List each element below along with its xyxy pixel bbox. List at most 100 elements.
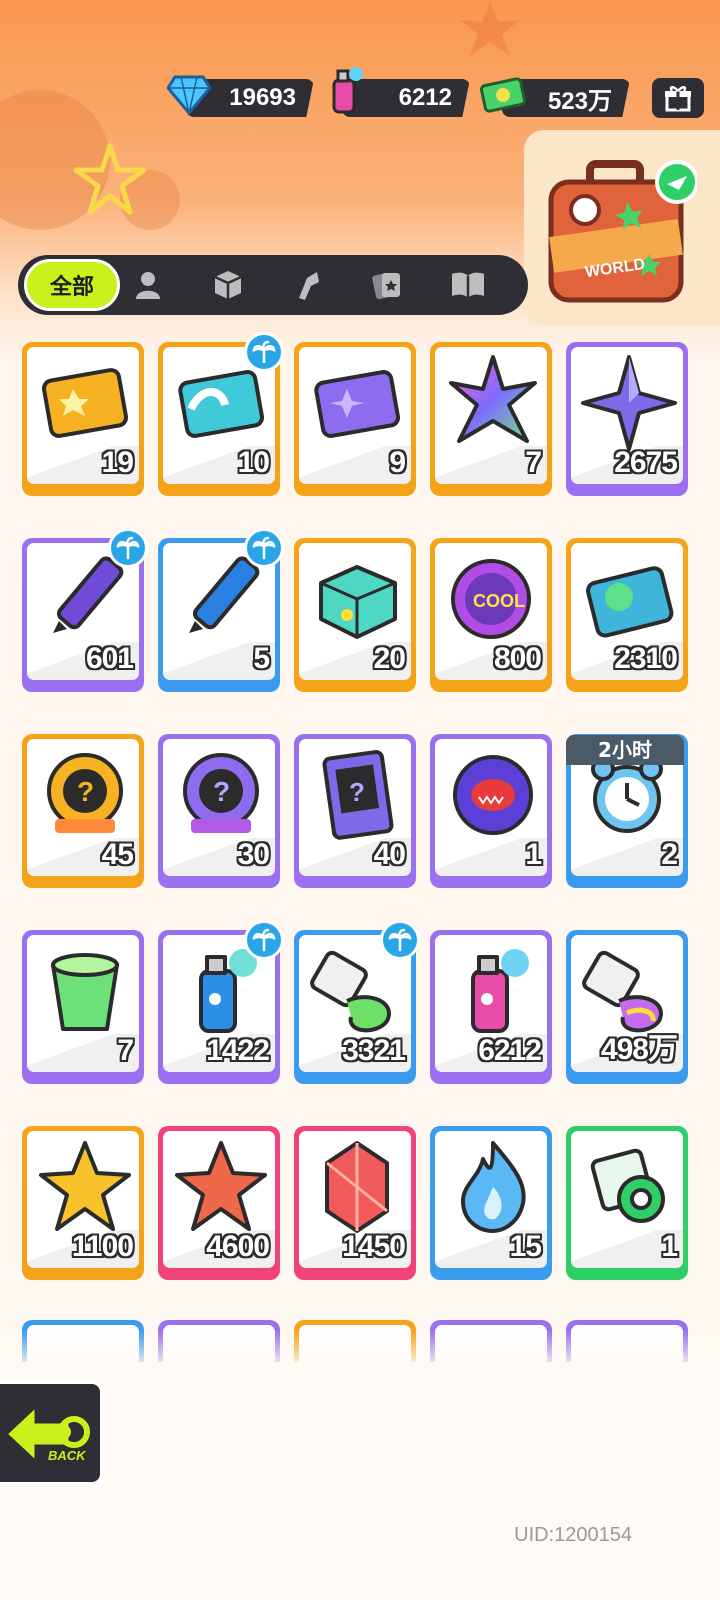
item-card-red-crystal[interactable]: 4600 (158, 1126, 280, 1280)
palm-tree-icon (108, 528, 148, 568)
bg-star-doodle (73, 143, 147, 215)
back-label: BACK (48, 1448, 86, 1463)
back-arrow-icon (3, 1402, 90, 1466)
tool-icon[interactable] (290, 267, 326, 303)
item-card-inner: 1 (435, 739, 547, 876)
item-card-inner: 2675 (571, 347, 683, 484)
purple-star-icon (581, 355, 677, 451)
item-card-rainbow-paint-tube[interactable]: 498万 (566, 930, 688, 1084)
item-card-rainbow-star[interactable]: 7 (430, 342, 552, 496)
gold-mystery-badge-icon: ? (47, 753, 123, 833)
gift-button[interactable] (652, 78, 704, 118)
item-quantity: 9 (389, 446, 406, 479)
item-quantity: 7 (525, 446, 542, 479)
item-card-pink-spray-can[interactable]: 6212 (430, 930, 552, 1084)
item-quantity: 1422 (206, 1034, 270, 1067)
back-button[interactable]: BACK (0, 1380, 104, 1486)
item-card-gold-ticket[interactable]: 19 (22, 342, 144, 496)
palm-tree-icon (244, 920, 284, 960)
travel-mystery-card-icon: ? (322, 749, 394, 840)
item-quantity: 800 (493, 642, 542, 675)
item-quantity: 30 (237, 838, 270, 871)
item-card-inner: 1100 (27, 1131, 139, 1268)
purple-star-ticket-icon (314, 370, 401, 438)
item-quantity: 2310 (614, 642, 678, 675)
item-card-purple-star[interactable]: 2675 (566, 342, 688, 496)
item-quantity: 2675 (614, 446, 678, 479)
green-tape-icon (590, 1148, 665, 1223)
item-card-inner: 20 (299, 543, 411, 680)
item-quantity: 15 (509, 1230, 542, 1263)
red-crystal-icon (175, 1141, 267, 1231)
svg-text:?: ? (77, 776, 94, 807)
red-gem-icon (325, 1141, 389, 1233)
item-card-color-brick[interactable]: 20 (294, 538, 416, 692)
item-card-inner: 7 (27, 935, 139, 1072)
pink-spray-can-icon (471, 949, 529, 1033)
timer-badge: 2小时 (566, 735, 684, 765)
piranha-badge-icon (453, 755, 533, 835)
item-card-inner: 1450 (299, 1131, 411, 1268)
bottom-area (0, 1362, 720, 1600)
item-card-inner: ? 40 (299, 739, 411, 876)
item-quantity: 45 (101, 838, 134, 871)
rainbow-star-icon (449, 355, 537, 443)
world-suitcase-button[interactable]: WORLD (545, 160, 699, 308)
item-card-inner: 19 (27, 347, 139, 484)
item-card-travel-mystery-card[interactable]: ? 40 (294, 734, 416, 888)
item-quantity: 3321 (342, 1034, 406, 1067)
money-icon (480, 72, 526, 118)
svg-text:?: ? (349, 777, 365, 807)
item-quantity: 1100 (71, 1230, 134, 1263)
item-quantity: 40 (373, 838, 406, 871)
blue-flame-icon (461, 1141, 526, 1233)
gold-ticket-icon (41, 368, 129, 438)
spray-can-icon (322, 67, 368, 114)
color-brick-icon (319, 565, 397, 639)
item-card-inner: 4600 (163, 1131, 275, 1268)
gems-value: 19693 (229, 84, 296, 111)
item-card-inner: ? 45 (27, 739, 139, 876)
item-card-inner: 1 (571, 1131, 683, 1268)
palm-tree-icon (380, 920, 420, 960)
item-card-purple-star-ticket[interactable]: 9 (294, 342, 416, 496)
item-quantity: 7 (117, 1034, 134, 1067)
jelly-cup-icon (51, 953, 119, 1031)
season-ticket-icon (586, 566, 674, 638)
paint-value: 6212 (398, 84, 452, 111)
item-card-blue-flame[interactable]: 15 (430, 1126, 552, 1280)
item-quantity: 2 (661, 838, 678, 871)
item-card-inner: 15 (435, 1131, 547, 1268)
palm-tree-icon (244, 332, 284, 372)
box-icon[interactable] (210, 267, 246, 303)
cash-value: 523万 (547, 87, 612, 115)
item-card-inner: 498万 (571, 935, 683, 1072)
item-card-inner: 9 (299, 347, 411, 484)
item-quantity: 20 (373, 642, 406, 675)
item-card-purple-mystery-badge[interactable]: ? 30 (158, 734, 280, 888)
item-card-gold-mystery-badge[interactable]: ? 45 (22, 734, 144, 888)
item-card-inner: 6212 (435, 935, 547, 1072)
book-icon[interactable] (450, 267, 486, 303)
svg-text:?: ? (213, 776, 230, 807)
svg-text:COOL: COOL (473, 591, 525, 611)
item-card-gold-crystal[interactable]: 1100 (22, 1126, 144, 1280)
item-quantity: 6212 (478, 1034, 542, 1067)
uid-label: UID:1200154 (514, 1524, 632, 1546)
item-card-piranha-badge[interactable]: 1 (430, 734, 552, 888)
cool-badge-icon: COOL (451, 559, 531, 639)
item-card-green-tape[interactable]: 1 (566, 1126, 688, 1280)
item-card-red-gem[interactable]: 1450 (294, 1126, 416, 1280)
item-card-season-ticket[interactable]: 2310 (566, 538, 688, 692)
cards-icon[interactable] (370, 267, 406, 303)
item-quantity: 1 (661, 1230, 678, 1263)
item-card-inner: ? 30 (163, 739, 275, 876)
item-card-inner: 7 (435, 347, 547, 484)
item-quantity: 10 (237, 446, 270, 479)
person-icon[interactable] (130, 267, 166, 303)
item-card-jelly-cup[interactable]: 7 (22, 930, 144, 1084)
tab-all[interactable]: 全部 (24, 259, 120, 311)
item-card-cool-badge[interactable]: COOL 800 (430, 538, 552, 692)
item-card-inner: COOL 800 (435, 543, 547, 680)
item-quantity: 1 (525, 838, 542, 871)
